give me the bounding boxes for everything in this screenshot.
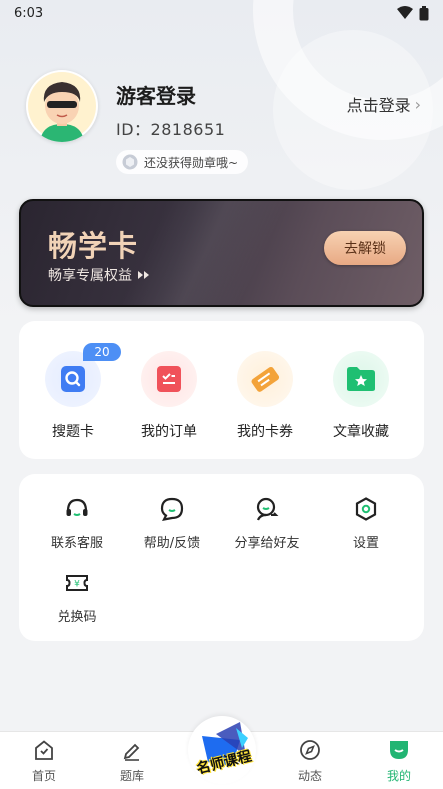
quick-item-label: 文章收藏 bbox=[333, 424, 389, 440]
tool-settings[interactable]: 设置 bbox=[321, 494, 411, 551]
tab-label: 我的 bbox=[386, 769, 411, 783]
tab-home[interactable]: 首页 bbox=[9, 738, 79, 784]
avatar[interactable] bbox=[26, 70, 98, 142]
tools-panel: 联系客服 帮助/反馈 分享给好友 设置 ¥ 兑换码 bbox=[19, 474, 424, 641]
share-user-icon bbox=[252, 494, 282, 524]
vip-card-subtitle: 畅享专属权益 bbox=[48, 265, 150, 285]
vip-card-subtitle-text: 畅享专属权益 bbox=[48, 268, 132, 284]
quick-item-label: 搜题卡 bbox=[52, 424, 94, 440]
status-time: 6:03 bbox=[14, 5, 44, 21]
ticket-icon: ¥ bbox=[62, 568, 92, 598]
user-name[interactable]: 游客登录 bbox=[116, 80, 196, 109]
status-bar: 6:03 bbox=[0, 0, 443, 26]
user-id: ID：2818651 bbox=[116, 120, 226, 139]
compass-icon bbox=[298, 738, 322, 762]
order-icon bbox=[141, 351, 197, 407]
tool-label: 设置 bbox=[352, 536, 379, 551]
profile-section: 游客登录 ID：2818651 点击登录 › 还没获得勋章哦~ bbox=[26, 70, 421, 180]
quick-item-search-card[interactable]: 搜题卡 bbox=[28, 351, 118, 441]
tab-profile[interactable]: 我的 bbox=[364, 738, 434, 784]
tool-label: 兑换码 bbox=[57, 610, 97, 625]
profile-icon bbox=[387, 738, 411, 762]
tool-label: 联系客服 bbox=[50, 536, 103, 551]
wifi-icon bbox=[397, 6, 413, 19]
medal-badge-text: 还没获得勋章哦~ bbox=[144, 155, 239, 170]
medal-hexagon-icon bbox=[122, 154, 138, 170]
tool-label: 分享给好友 bbox=[234, 536, 300, 551]
quick-item-label: 我的卡券 bbox=[237, 424, 293, 440]
chevron-right-icon: › bbox=[414, 94, 421, 114]
double-arrow-icon bbox=[138, 271, 149, 279]
tool-share-friends[interactable]: 分享给好友 bbox=[222, 494, 312, 551]
avatar-illustration bbox=[28, 72, 96, 142]
chat-bubble-icon bbox=[157, 494, 187, 524]
svg-text:¥: ¥ bbox=[74, 580, 80, 590]
tab-label: 动态 bbox=[297, 769, 322, 783]
quick-item-orders[interactable]: 我的订单 bbox=[124, 351, 214, 441]
tool-help-feedback[interactable]: 帮助/反馈 bbox=[127, 494, 217, 551]
medal-badge-pill[interactable]: 还没获得勋章哦~ bbox=[116, 150, 249, 174]
quick-item-coupons[interactable]: 我的卡券 bbox=[220, 351, 310, 441]
coupon-icon bbox=[237, 351, 293, 407]
hexagon-settings-icon bbox=[351, 494, 381, 524]
login-link-label: 点击登录 bbox=[346, 96, 411, 115]
quick-item-label: 我的订单 bbox=[141, 424, 197, 440]
tab-label: 首页 bbox=[31, 769, 56, 783]
tool-customer-service[interactable]: 联系客服 bbox=[32, 494, 122, 551]
unlock-button[interactable]: 去解锁 bbox=[324, 231, 406, 265]
tab-label: 题库 bbox=[119, 769, 144, 783]
quick-entry-panel: 搜题卡 20 我的订单 我的卡券 文章收藏 bbox=[19, 321, 424, 459]
quick-item-favorites[interactable]: 文章收藏 bbox=[316, 351, 406, 441]
tab-question-bank[interactable]: 题库 bbox=[97, 738, 167, 784]
home-icon bbox=[32, 738, 56, 762]
headset-icon bbox=[62, 494, 92, 524]
search-card-count-badge: 20 bbox=[83, 343, 121, 361]
edit-icon bbox=[120, 738, 144, 762]
tab-activity[interactable]: 动态 bbox=[275, 738, 345, 784]
tool-label: 帮助/反馈 bbox=[143, 536, 201, 551]
folder-star-icon bbox=[333, 351, 389, 407]
battery-icon bbox=[419, 5, 429, 20]
vip-card-title: 畅学卡 bbox=[48, 229, 139, 263]
vip-card[interactable]: 畅学卡 畅享专属权益 去解锁 bbox=[19, 199, 424, 307]
tool-redeem-code[interactable]: ¥ 兑换码 bbox=[32, 568, 122, 625]
login-link[interactable]: 点击登录 › bbox=[347, 92, 421, 116]
